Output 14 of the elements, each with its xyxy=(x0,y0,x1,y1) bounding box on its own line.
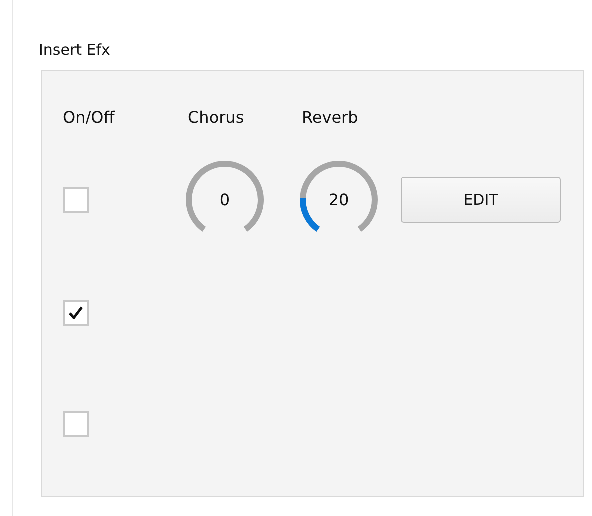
column-header: Chorus xyxy=(188,108,246,128)
column-header: Reverb xyxy=(302,108,360,128)
knob-track[interactable] xyxy=(186,161,264,232)
edit-button[interactable]: EDIT xyxy=(401,177,561,223)
knob-fill xyxy=(300,198,320,232)
column-header: On/Off xyxy=(63,108,116,128)
group-title: Insert Efx xyxy=(39,40,110,61)
knob-value: 20 xyxy=(328,190,350,210)
knob-value: 0 xyxy=(220,190,230,210)
checkbox[interactable] xyxy=(63,411,89,437)
knob-track[interactable] xyxy=(300,161,378,232)
checkmark-icon xyxy=(68,305,84,321)
checkbox[interactable] xyxy=(63,300,89,326)
checkbox[interactable] xyxy=(63,187,89,213)
